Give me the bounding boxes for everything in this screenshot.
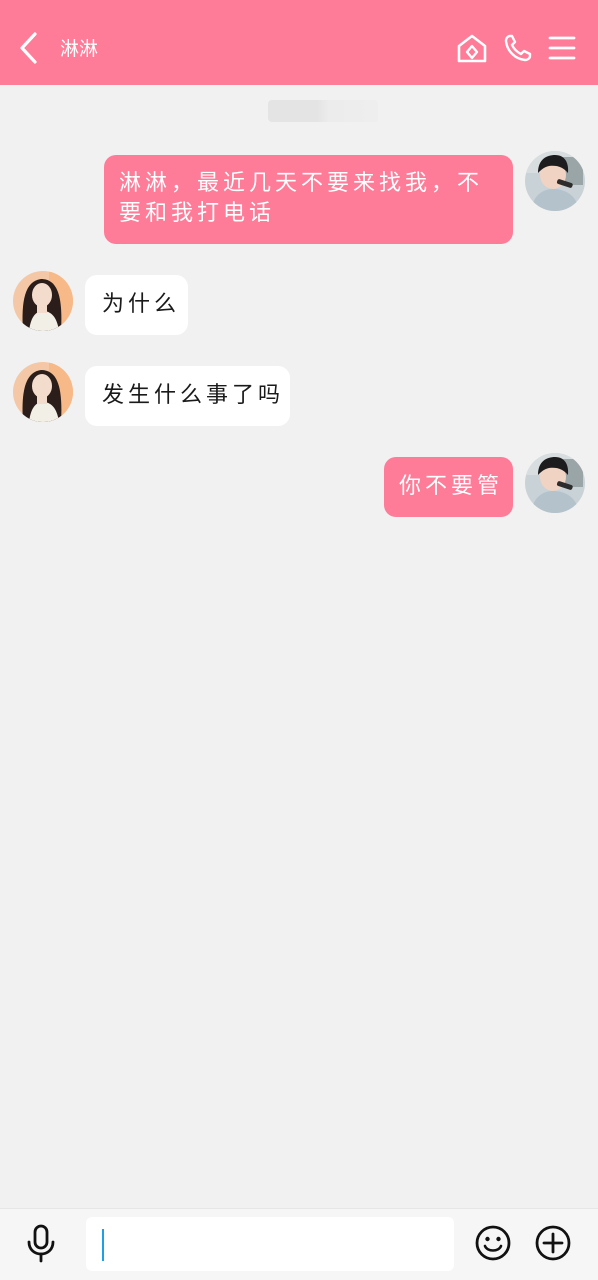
call-button[interactable] [498, 28, 538, 68]
microphone-icon [27, 1224, 55, 1263]
message-input[interactable] [86, 1217, 454, 1271]
home-icon [457, 34, 487, 63]
contact-avatar[interactable] [13, 362, 73, 422]
message-text: 发生什么事了吗 [102, 383, 285, 408]
more-options-button[interactable] [532, 1222, 574, 1264]
chevron-left-icon [20, 32, 37, 64]
text-caret [102, 1229, 104, 1261]
message-text: 为什么 [102, 292, 181, 317]
message-bubble-incoming[interactable]: 为什么 [85, 275, 188, 335]
menu-button[interactable] [542, 28, 582, 68]
chat-screen: 淋淋 淋淋，最近几天不要来找我，不要和我打电话 为什么 发生什么事了吗 你不要管 [0, 0, 598, 1280]
emoji-button[interactable] [472, 1222, 514, 1264]
phone-icon [504, 34, 532, 62]
message-bubble-outgoing[interactable]: 你不要管 [384, 457, 513, 517]
voice-input-button[interactable] [18, 1220, 64, 1266]
emoji-icon [475, 1225, 511, 1261]
chat-header: 淋淋 [0, 0, 598, 85]
message-bubble-incoming[interactable]: 发生什么事了吗 [85, 366, 290, 426]
message-text: 你不要管 [399, 474, 504, 499]
chat-title: 淋淋 [60, 38, 99, 60]
message-bubble-outgoing[interactable]: 淋淋，最近几天不要来找我，不要和我打电话 [104, 155, 513, 244]
my-avatar[interactable] [525, 453, 585, 513]
back-button[interactable] [12, 26, 46, 70]
message-text: 淋淋，最近几天不要来找我，不要和我打电话 [119, 171, 484, 226]
contact-avatar[interactable] [13, 271, 73, 331]
plus-icon [535, 1225, 571, 1261]
home-button[interactable] [452, 28, 492, 68]
message-timestamp [268, 100, 378, 122]
my-avatar[interactable] [525, 151, 585, 211]
menu-icon [548, 36, 576, 60]
